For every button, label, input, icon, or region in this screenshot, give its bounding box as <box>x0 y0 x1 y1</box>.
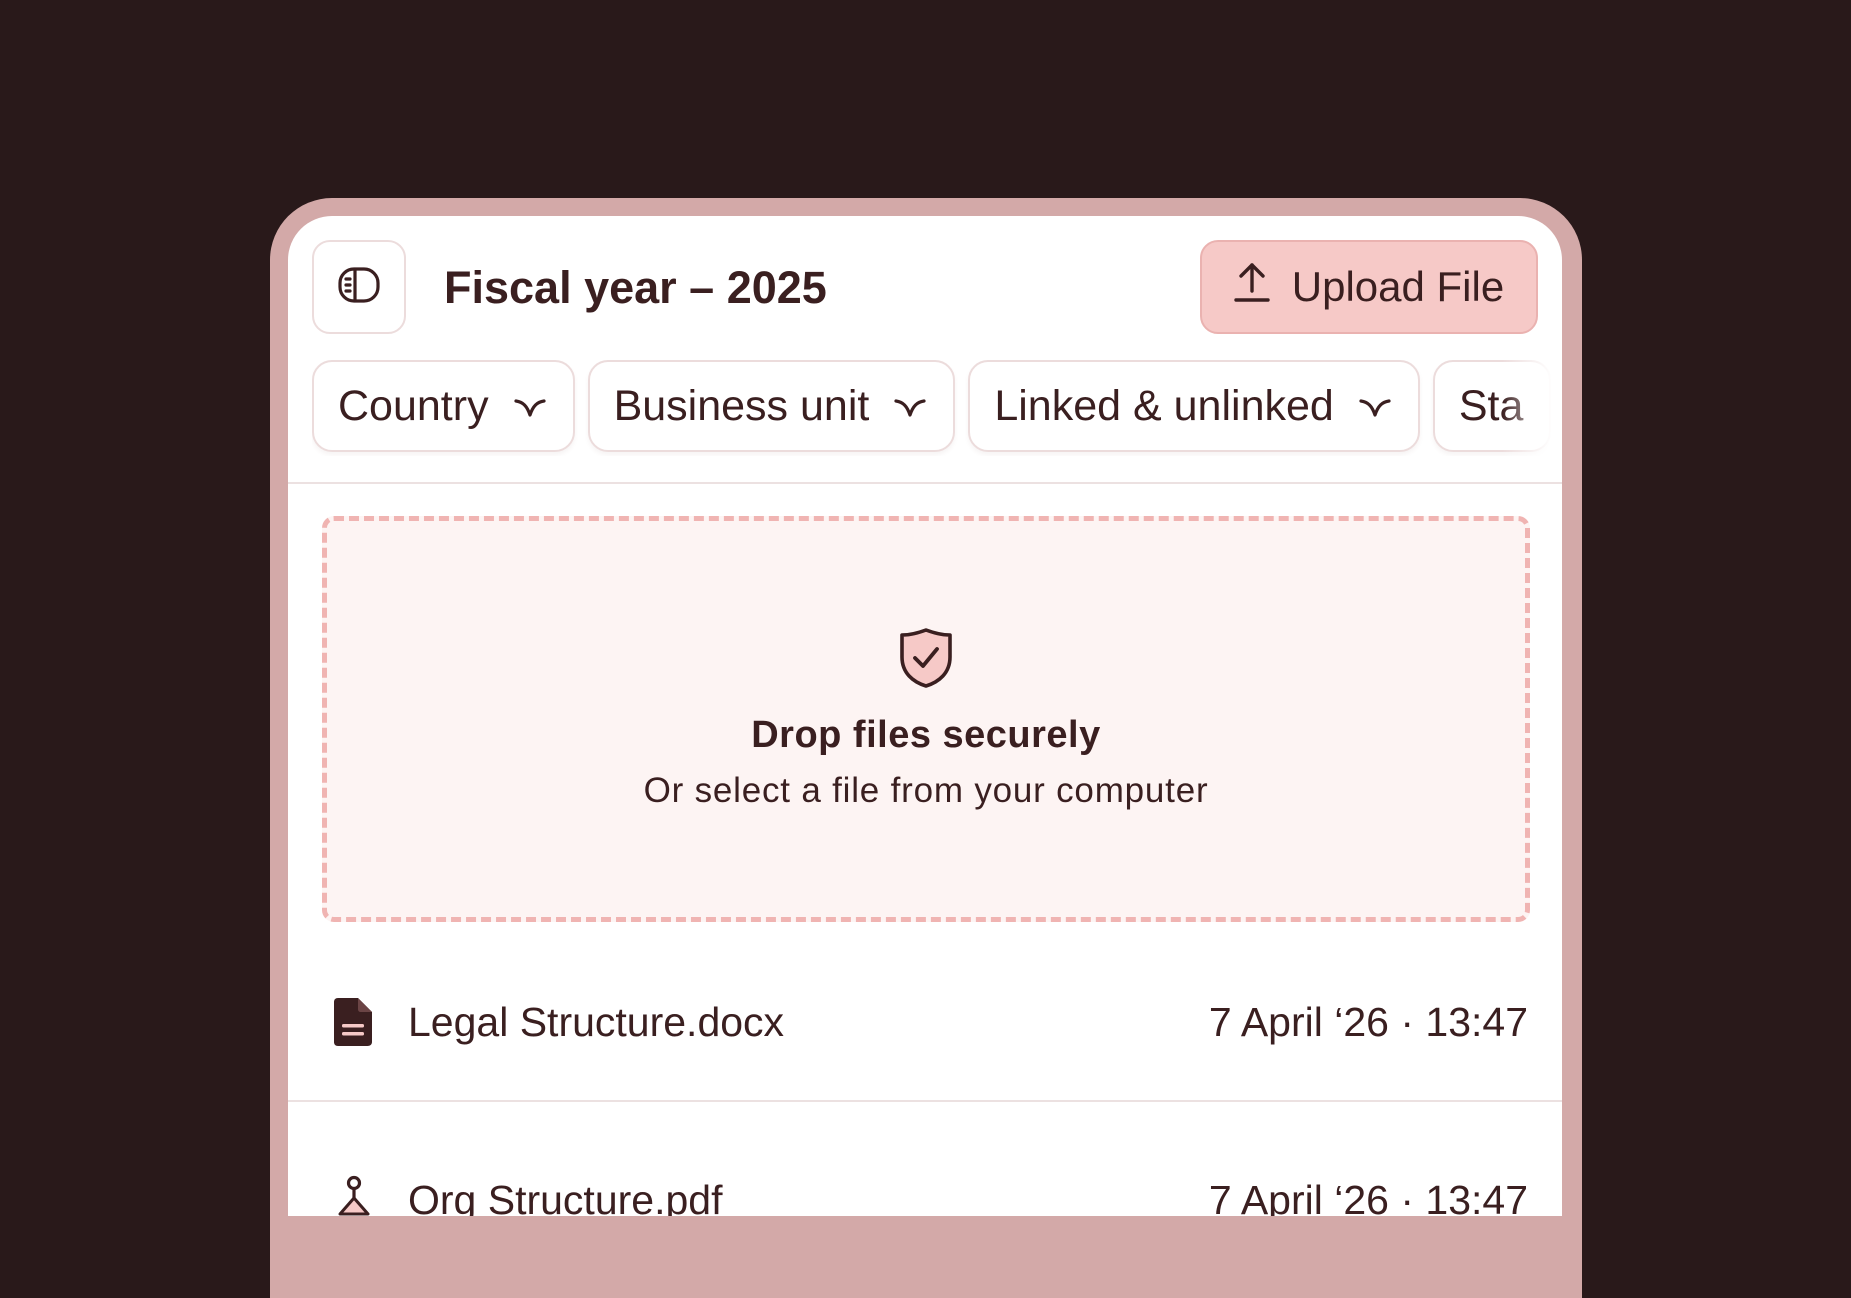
file-date: 7 April ‘26 · 13:47 <box>1208 1176 1528 1217</box>
filter-bar: Country Business unit Linked & unlinked <box>312 360 1562 456</box>
file-dropzone[interactable]: Drop files securely Or select a file fro… <box>322 516 1530 922</box>
sidebar-toggle-button[interactable] <box>312 240 406 334</box>
file-name: Legal Structure.docx <box>408 998 785 1045</box>
app-screen: Fiscal year – 2025 Upload File Country B… <box>288 216 1562 1216</box>
dropzone-title: Drop files securely <box>751 714 1101 756</box>
filter-label: Sta <box>1458 381 1524 430</box>
shield-check-icon <box>897 627 955 694</box>
file-date: 7 April ‘26 · 13:47 <box>1208 998 1528 1045</box>
document-icon <box>332 996 376 1048</box>
filter-linked-status[interactable]: Linked & unlinked <box>968 360 1420 452</box>
filter-country[interactable]: Country <box>312 360 575 452</box>
chevron-down-icon <box>893 382 927 431</box>
chevron-down-icon <box>1358 382 1392 431</box>
dropzone-subtitle: Or select a file from your computer <box>643 771 1209 810</box>
sidebar-panel-icon <box>338 266 380 308</box>
row-divider <box>288 1100 1562 1102</box>
file-row[interactable]: Org Structure.pdf 7 April ‘26 · 13:47 <box>288 1120 1562 1216</box>
filter-business-unit[interactable]: Business unit <box>587 360 956 452</box>
header-divider <box>288 482 1562 484</box>
page-title: Fiscal year – 2025 <box>444 262 827 313</box>
filter-label: Linked & unlinked <box>994 381 1334 430</box>
upload-file-label: Upload File <box>1291 263 1505 310</box>
upload-icon <box>1234 261 1270 313</box>
org-chart-icon <box>332 1174 376 1216</box>
file-row[interactable]: Legal Structure.docx 7 April ‘26 · 13:47 <box>288 942 1562 1102</box>
filter-label: Business unit <box>613 381 870 430</box>
filter-status[interactable]: Sta <box>1432 360 1552 452</box>
filter-label: Country <box>338 381 489 430</box>
upload-file-button[interactable]: Upload File <box>1200 240 1538 334</box>
chevron-down-icon <box>513 382 547 431</box>
file-name: Org Structure.pdf <box>408 1176 723 1217</box>
